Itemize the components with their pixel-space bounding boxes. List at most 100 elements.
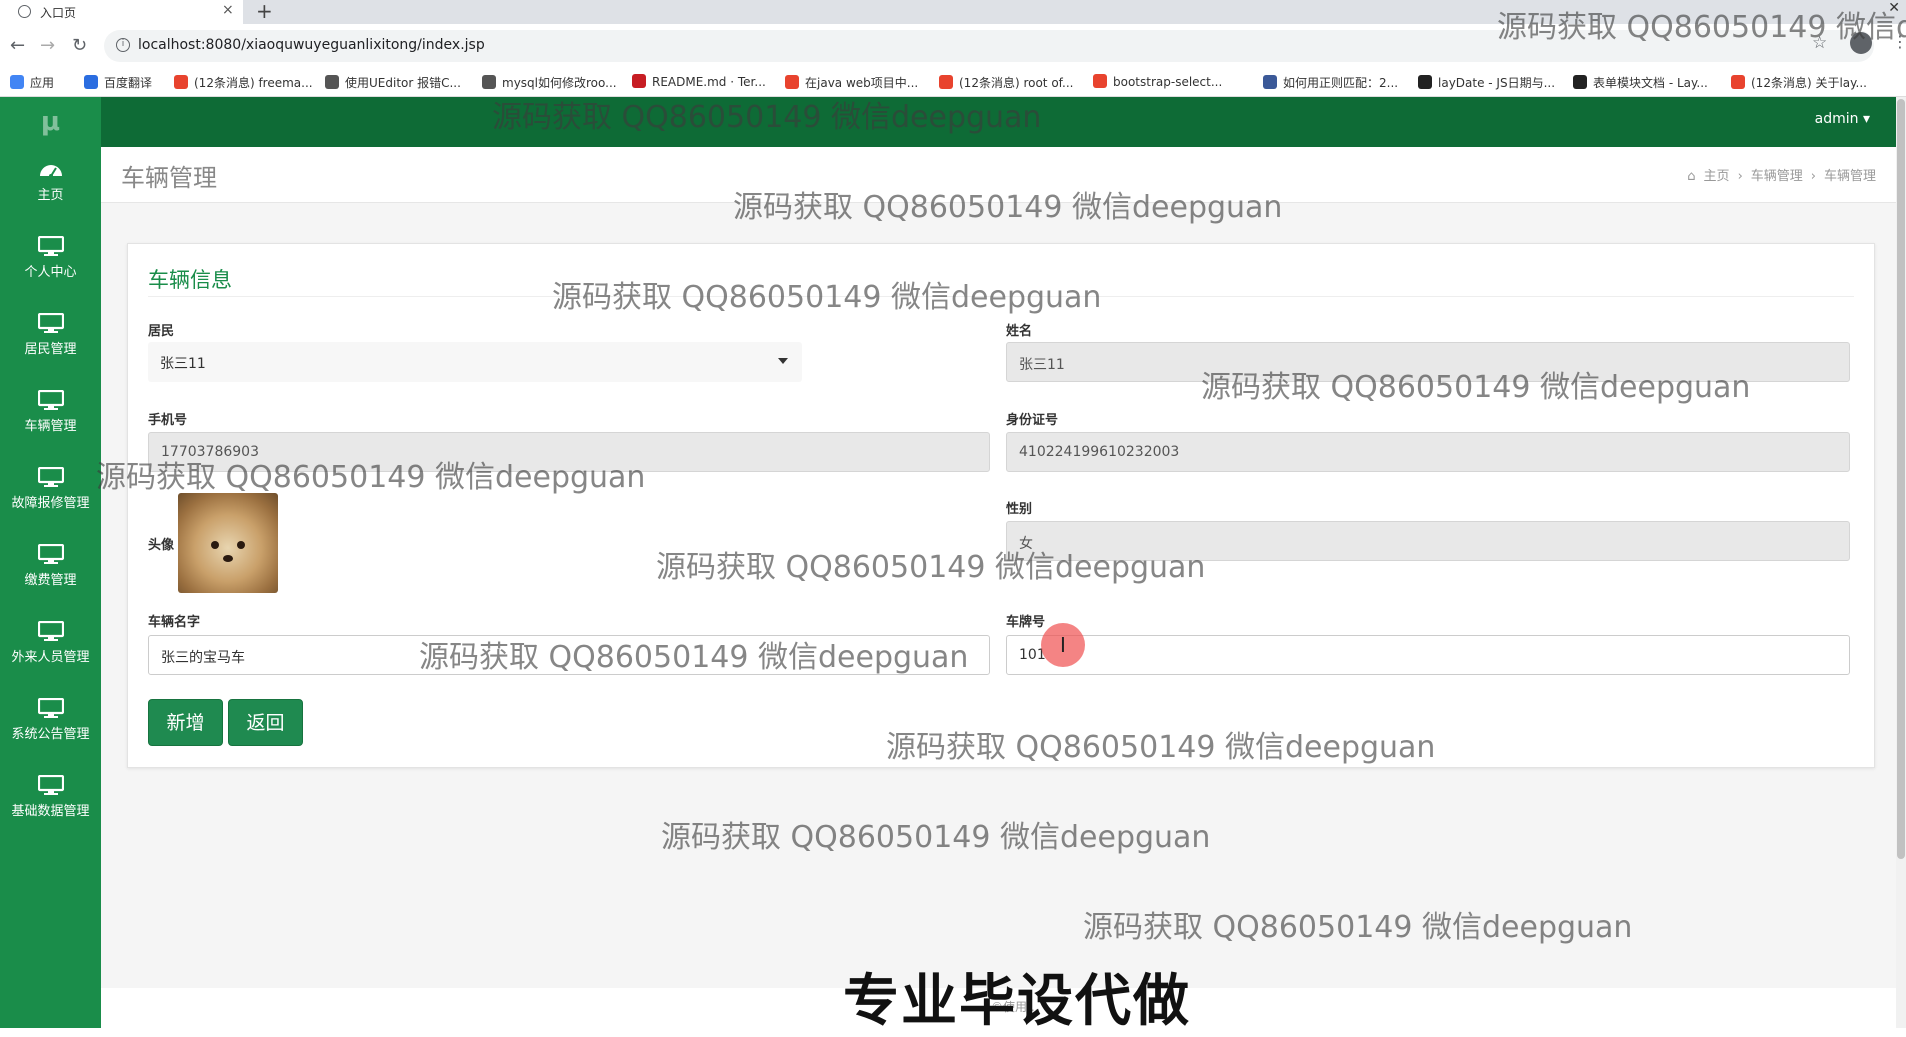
caret-down-icon xyxy=(778,358,788,364)
sidebar-item[interactable]: 个人中心 xyxy=(0,224,101,300)
globe-icon xyxy=(18,5,31,18)
bookmark-item[interactable]: 如何用正则匹配：2... xyxy=(1263,74,1398,91)
forward-icon[interactable]: → xyxy=(40,35,55,56)
plate-input[interactable]: 101 xyxy=(1006,635,1850,675)
sidebar-item-label: 缴费管理 xyxy=(24,573,77,588)
chevron-right-icon: › xyxy=(1810,169,1816,184)
bookmark-label: (12条消息) root of... xyxy=(959,76,1074,90)
bookmark-favicon-icon xyxy=(1263,75,1277,89)
avatar-image xyxy=(178,493,278,593)
idcard-field[interactable]: 410224199610232003 xyxy=(1006,432,1850,472)
bookmark-label: 在java web项目中... xyxy=(805,76,919,90)
phone-label: 手机号 xyxy=(148,413,188,428)
idcard-label: 身份证号 xyxy=(1006,413,1059,428)
monitor-icon xyxy=(37,313,64,333)
add-button[interactable]: 新增 xyxy=(148,699,223,746)
watermark: 源码获取 QQ86050149 微信deepguan xyxy=(492,100,1042,135)
chevron-right-icon: › xyxy=(1737,169,1743,184)
sidebar-item[interactable]: 故障报修管理 xyxy=(0,455,101,531)
sidebar-item-label: 故障报修管理 xyxy=(11,496,90,511)
user-menu[interactable]: admin ▾ xyxy=(1815,111,1870,127)
sidebar-item[interactable]: 主页 xyxy=(0,147,101,223)
breadcrumb-section[interactable]: 车辆管理 xyxy=(1751,169,1803,184)
promo-banner: 专业毕设代做 xyxy=(843,969,1191,1034)
sidebar-item[interactable]: 基础数据管理 xyxy=(0,763,101,839)
tab-title: 入口页 xyxy=(40,6,77,20)
bookmark-label: bootstrap-select... xyxy=(1113,75,1223,89)
bookmark-item[interactable]: (12条消息) root of... xyxy=(939,74,1073,91)
scrollbar[interactable] xyxy=(1896,97,1906,1028)
sidebar-item-label: 居民管理 xyxy=(24,342,77,357)
sidebar-item[interactable]: 居民管理 xyxy=(0,301,101,377)
breadcrumb: ⌂ 主页 › 车辆管理 › 车辆管理 xyxy=(1683,165,1880,184)
breadcrumb-current: 车辆管理 xyxy=(1823,169,1876,184)
text-cursor-icon: I xyxy=(1060,633,1066,657)
bookmark-item[interactable]: layDate - JS日期与... xyxy=(1418,74,1555,91)
bookmark-favicon-icon xyxy=(10,75,24,89)
bookmark-favicon-icon xyxy=(1418,75,1432,89)
sidebar-item-label: 基础数据管理 xyxy=(11,804,90,819)
watermark: 源码获取 QQ86050149 微信deepguan xyxy=(1201,370,1751,405)
bookmark-item[interactable]: README.md · Ter... xyxy=(632,74,766,89)
bookmark-favicon-icon xyxy=(785,75,799,89)
watermark: 源码获取 QQ86050149 微信d xyxy=(1497,10,1906,45)
bookmark-label: (12条消息) 关于lay... xyxy=(1751,76,1867,90)
url-text: localhost:8080/xiaoquwuyeguanlixitong/in… xyxy=(138,37,485,53)
bookmark-item[interactable]: bootstrap-select... xyxy=(1093,74,1222,89)
bookmark-item[interactable]: 表单模块文档 - Lay... xyxy=(1573,74,1708,91)
gender-label: 性别 xyxy=(1006,502,1033,517)
sidebar-item[interactable]: 车辆管理 xyxy=(0,378,101,454)
bookmark-favicon-icon xyxy=(1573,75,1587,89)
click-indicator: I xyxy=(1041,623,1085,667)
watermark: 源码获取 QQ86050149 微信deepguan xyxy=(552,280,1102,315)
sidebar-item-label: 外来人员管理 xyxy=(11,650,90,665)
bookmark-label: 应用 xyxy=(30,76,55,90)
bookmark-favicon-icon xyxy=(1093,74,1107,88)
sidebar-item[interactable]: 缴费管理 xyxy=(0,532,101,608)
bookmark-label: 表单模块文档 - Lay... xyxy=(1593,76,1708,90)
page-title: 车辆管理 xyxy=(121,164,217,192)
vehicle-form-panel: 车辆信息 居民 张三11 姓名 张三11 手机号 17703786903 身份证… xyxy=(127,243,1875,768)
sidebar-item[interactable]: 外来人员管理 xyxy=(0,609,101,685)
home-icon: ⌂ xyxy=(1687,169,1696,184)
scrollbar-thumb[interactable] xyxy=(1897,99,1905,859)
browser-tab[interactable]: 入口页 × xyxy=(0,0,243,24)
bookmark-item[interactable]: 应用 xyxy=(10,74,54,91)
close-tab-icon[interactable]: × xyxy=(222,2,234,18)
watermark: 源码获取 QQ86050149 微信deepguan xyxy=(96,460,646,495)
resident-selected-value: 张三11 xyxy=(160,356,206,372)
back-icon[interactable]: ← xyxy=(10,35,25,56)
main-content: 车辆信息 居民 张三11 姓名 张三11 手机号 17703786903 身份证… xyxy=(101,203,1896,988)
monitor-icon xyxy=(37,390,64,410)
car-name-label: 车辆名字 xyxy=(148,615,201,630)
info-icon[interactable]: i xyxy=(116,38,130,52)
bookmark-item[interactable]: (12条消息) freema... xyxy=(174,74,313,91)
resident-select[interactable]: 张三11 xyxy=(148,342,802,382)
bookmark-item[interactable]: 使用UEditor 报错C... xyxy=(325,74,461,91)
app-logo: μ xyxy=(40,107,61,137)
watermark: 源码获取 QQ86050149 微信deepguan xyxy=(656,550,1206,585)
reload-icon[interactable]: ↻ xyxy=(72,35,87,56)
bookmark-favicon-icon xyxy=(939,75,953,89)
bookmark-label: 使用UEditor 报错C... xyxy=(345,76,461,90)
bookmark-item[interactable]: mysql如何修改roo... xyxy=(482,74,617,91)
sidebar-item-label: 车辆管理 xyxy=(24,419,77,434)
form-title: 车辆信息 xyxy=(148,268,232,292)
breadcrumb-home[interactable]: 主页 xyxy=(1704,169,1730,184)
monitor-icon xyxy=(37,775,64,795)
bookmark-item[interactable]: 百度翻译 xyxy=(84,74,152,91)
avatar-label: 头像 xyxy=(148,538,175,553)
sidebar: μ 主页个人中心居民管理车辆管理故障报修管理 缴费管理外来人员管理系统公告管理基础… xyxy=(0,97,101,1028)
sidebar-item[interactable]: 系统公告管理 xyxy=(0,686,101,762)
bookmark-item[interactable]: (12条消息) 关于lay... xyxy=(1731,74,1867,91)
sidebar-item-label: 个人中心 xyxy=(24,265,77,280)
watermark: 源码获取 QQ86050149 微信deepguan xyxy=(661,820,1211,855)
resident-label: 居民 xyxy=(148,324,175,339)
name-label: 姓名 xyxy=(1006,324,1033,339)
bookmark-item[interactable]: 在java web项目中... xyxy=(785,74,918,91)
watermark: 源码获取 QQ86050149 微信deepguan xyxy=(733,190,1283,225)
monitor-icon xyxy=(37,621,64,641)
back-button[interactable]: 返回 xyxy=(228,699,303,746)
monitor-icon xyxy=(37,544,64,564)
new-tab-icon[interactable]: + xyxy=(256,0,273,23)
